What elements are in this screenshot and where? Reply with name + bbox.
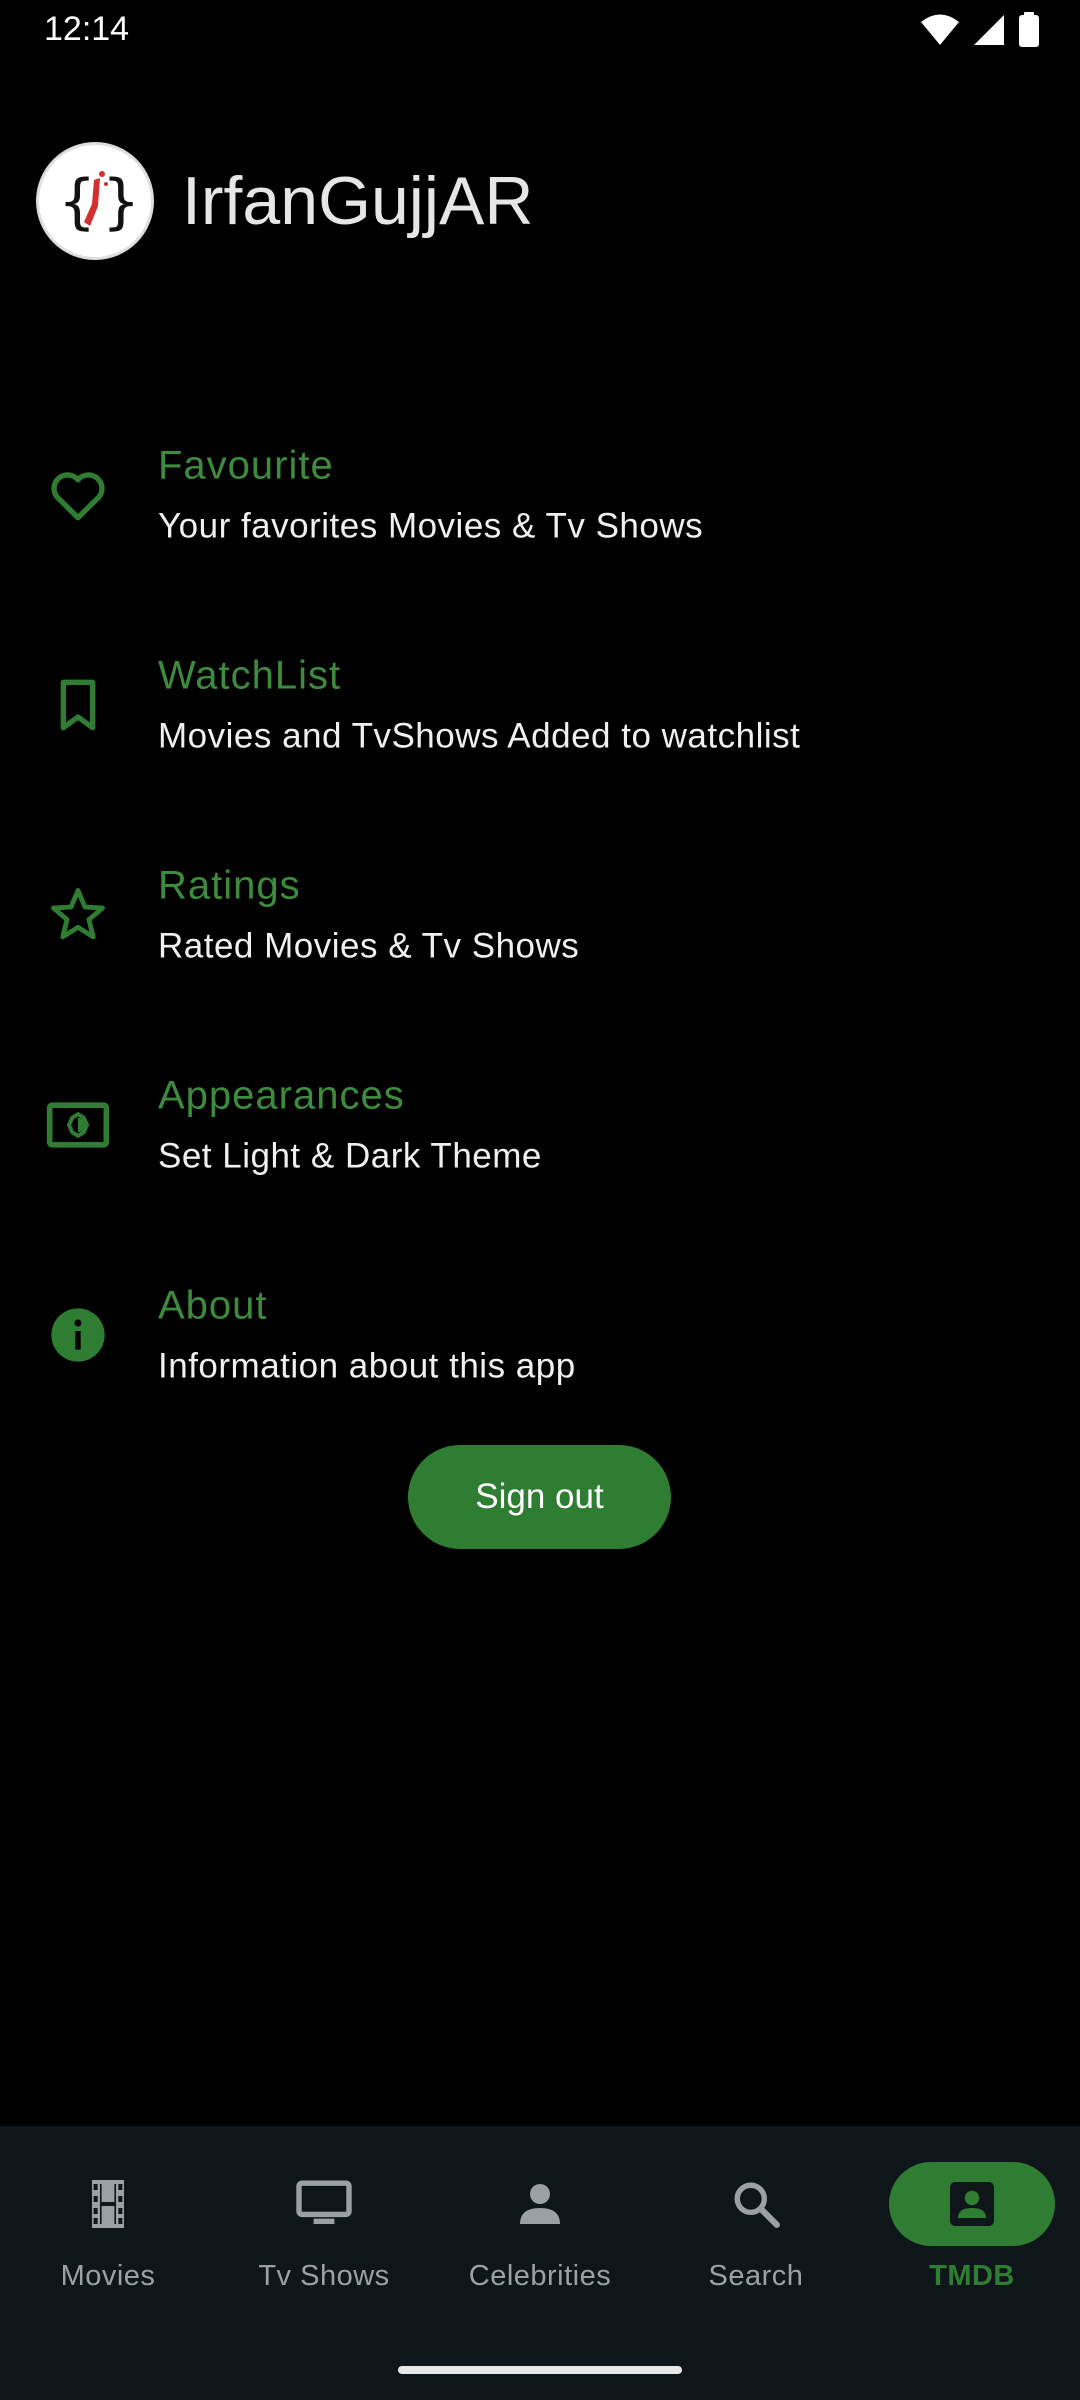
home-indicator[interactable]	[398, 2366, 682, 2374]
svg-text:}: }	[102, 167, 140, 237]
menu-item-favourite[interactable]: Favourite Your favorites Movies & Tv Sho…	[0, 390, 1080, 600]
person-icon	[520, 2184, 560, 2224]
nav-item-celebrities[interactable]: Celebrities	[432, 2126, 648, 2346]
search-icon	[734, 2182, 780, 2228]
nav-label: Celebrities	[468, 2260, 612, 2292]
code-braces-logo: { }	[58, 167, 140, 237]
film-icon	[92, 2180, 124, 2228]
menu-title: About	[158, 1283, 268, 1328]
nav-item-movies[interactable]: Movies	[0, 2126, 216, 2346]
svg-text:{: {	[58, 167, 96, 237]
nav-label: Search	[708, 2260, 804, 2292]
menu-item-appearances[interactable]: Appearances Set Light & Dark Theme	[0, 1020, 1080, 1230]
brightness-icon	[42, 1089, 114, 1161]
menu-subtitle: Rated Movies & Tv Shows	[158, 926, 580, 966]
info-icon	[42, 1299, 114, 1371]
battery-icon	[1018, 12, 1040, 53]
menu-subtitle: Set Light & Dark Theme	[158, 1136, 542, 1176]
menu-title: Favourite	[158, 443, 334, 488]
wifi-icon	[920, 13, 960, 52]
bookmark-outline-icon	[42, 669, 114, 741]
account-box-icon	[950, 2182, 994, 2226]
bottom-navigation: Movies Tv Shows Celebrities Search TMDB	[0, 2126, 1080, 2400]
nav-item-search[interactable]: Search	[648, 2126, 864, 2346]
account-menu: Favourite Your favorites Movies & Tv Sho…	[0, 390, 1080, 1440]
nav-pill	[673, 2162, 839, 2246]
status-icons	[920, 12, 1040, 53]
nav-pill	[457, 2162, 623, 2246]
menu-title: Appearances	[158, 1073, 405, 1118]
profile-header: { } IrfanGujjAR	[36, 142, 533, 260]
menu-item-about[interactable]: About Information about this app	[0, 1230, 1080, 1440]
nav-item-tmdb[interactable]: TMDB	[864, 2126, 1080, 2346]
menu-title: Ratings	[158, 863, 301, 908]
heart-outline-icon	[42, 459, 114, 531]
nav-label: Movies	[60, 2260, 156, 2292]
status-time: 12:14	[44, 10, 130, 48]
sign-out-button[interactable]: Sign out	[408, 1445, 671, 1549]
status-bar: 12:14	[0, 0, 1080, 64]
nav-pill	[25, 2162, 191, 2246]
signal-icon	[972, 13, 1006, 52]
avatar[interactable]: { }	[36, 142, 154, 260]
menu-subtitle: Movies and TvShows Added to watchlist	[158, 716, 801, 756]
star-outline-icon	[42, 879, 114, 951]
username: IrfanGujjAR	[182, 163, 534, 239]
menu-subtitle: Your favorites Movies & Tv Shows	[158, 506, 704, 546]
menu-subtitle: Information about this app	[158, 1346, 576, 1386]
menu-title: WatchList	[158, 653, 342, 698]
nav-pill-active	[889, 2162, 1055, 2246]
nav-pill	[241, 2162, 407, 2246]
nav-label: TMDB	[929, 2260, 1015, 2292]
tv-icon	[296, 2180, 352, 2224]
menu-item-ratings[interactable]: Ratings Rated Movies & Tv Shows	[0, 810, 1080, 1020]
nav-label: Tv Shows	[258, 2260, 390, 2292]
nav-item-tv-shows[interactable]: Tv Shows	[216, 2126, 432, 2346]
menu-item-watchlist[interactable]: WatchList Movies and TvShows Added to wa…	[0, 600, 1080, 810]
